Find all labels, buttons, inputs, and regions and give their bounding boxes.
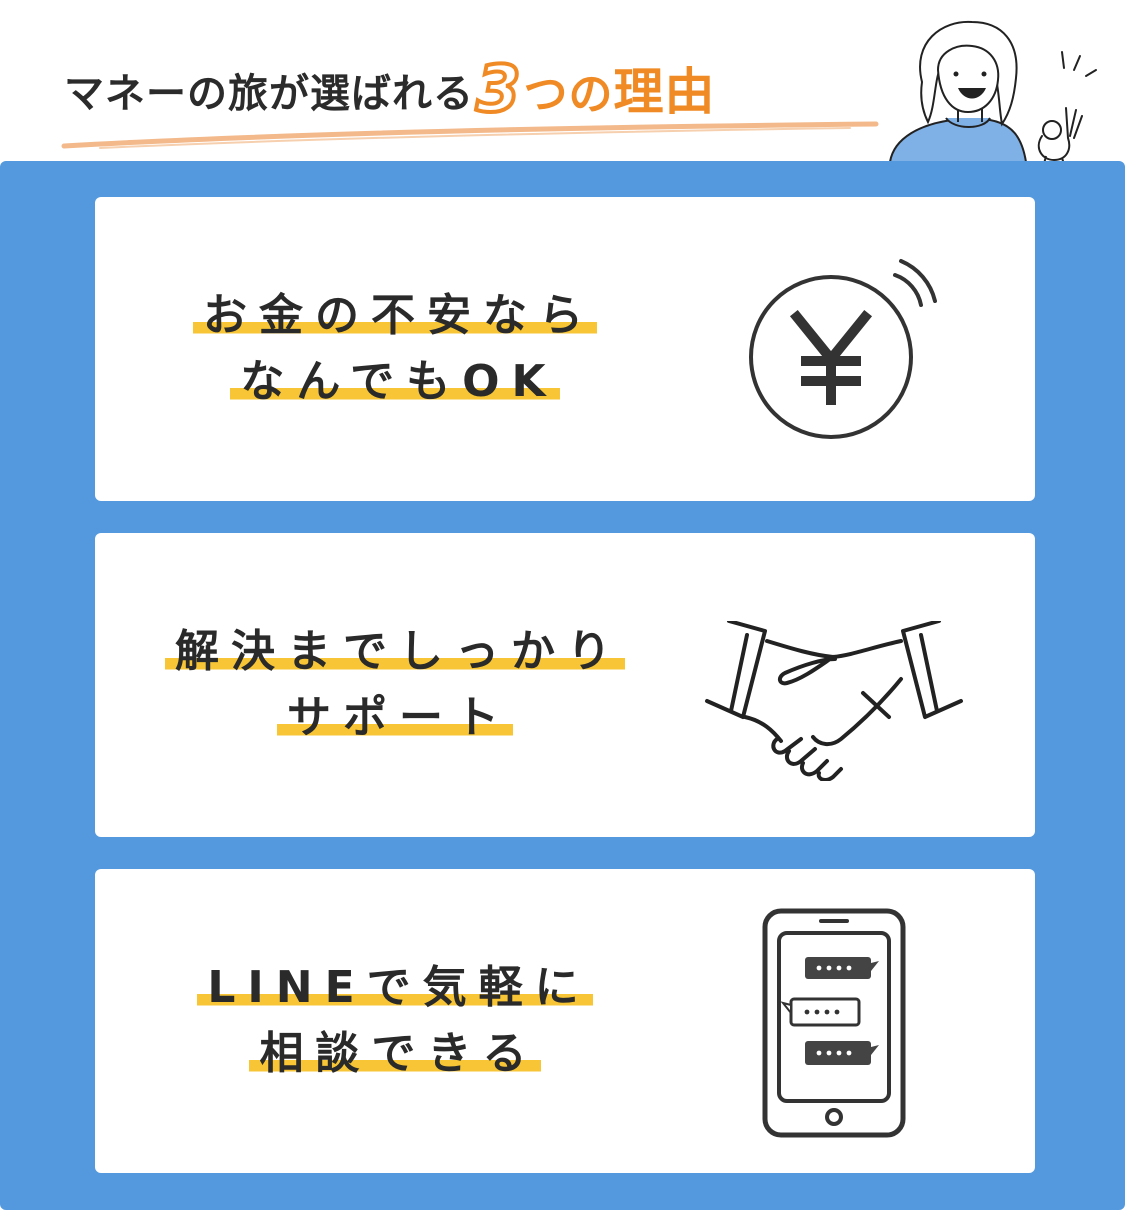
smartphone-chat-icon — [762, 908, 906, 1138]
reason-2-line-2: サポート — [277, 693, 513, 743]
yen-coin-icon — [749, 259, 937, 439]
reason-2-line-1: 解決までしっかり — [165, 627, 625, 676]
reason-text-3: LINEで気軽に 相談できる — [95, 869, 695, 1173]
title-prefix: マネーの旅が選ばれる — [64, 71, 474, 117]
reason-1-line-1: お金の不安なら — [193, 291, 597, 340]
reason-card-2: 解決までしっかり サポート — [95, 533, 1035, 837]
title-number: 3 — [474, 51, 523, 129]
title-tsu: つの — [523, 69, 614, 120]
header: マネーの旅が選ばれる3つの理由 — [0, 0, 1125, 165]
woman-illustration-icon — [888, 20, 1097, 164]
reason-card-3: LINEで気軽に 相談できる — [95, 869, 1035, 1173]
title-suffix: 理由 — [613, 63, 716, 121]
reason-1-line-2: なんでもOK — [230, 357, 560, 407]
reason-card-1: お金の不安なら なんでもOK — [95, 197, 1035, 501]
reason-3-line-1: LINEで気軽に — [197, 963, 593, 1012]
reason-text-2: 解決までしっかり サポート — [95, 533, 695, 837]
title-underline-stroke — [61, 121, 879, 149]
reason-3-line-2: 相談できる — [249, 1029, 541, 1079]
reason-text-1: お金の不安なら なんでもOK — [95, 197, 695, 501]
handshake-icon — [705, 621, 963, 781]
reasons-panel: お金の不安なら なんでもOK 解決までしっかり サポート LINEで気軽に 相談… — [0, 161, 1125, 1210]
